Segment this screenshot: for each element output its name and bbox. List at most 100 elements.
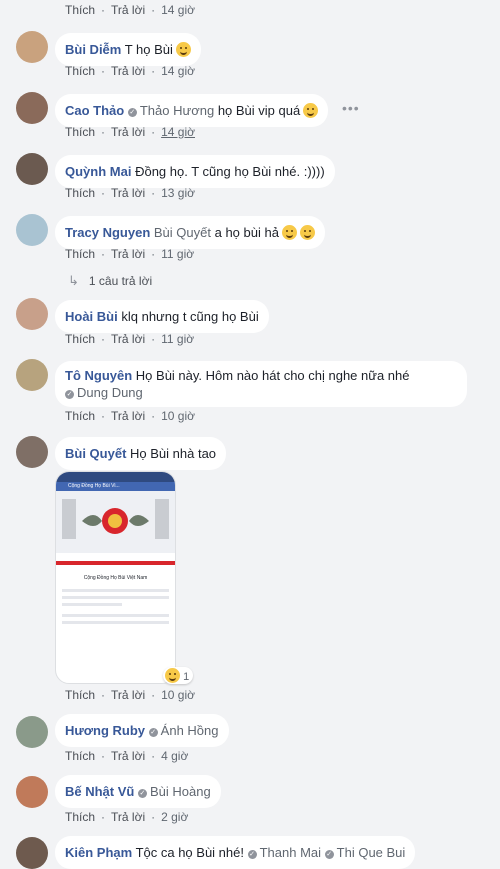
comment-bubble: Bùi Quyết Họ Bùi nhà tao	[55, 437, 227, 470]
like-link[interactable]: Thích	[65, 749, 95, 763]
tagged-user[interactable]: Thảo Hương	[140, 103, 214, 118]
avatar[interactable]	[16, 31, 48, 63]
view-replies-link[interactable]: ↳ 1 câu trả lời	[68, 273, 152, 289]
avatar[interactable]	[16, 716, 48, 748]
comment-bubble: Bùi Diễm T họ Bùi	[55, 33, 201, 66]
avatar[interactable]	[16, 837, 48, 869]
more-options-icon[interactable]: •••	[342, 100, 360, 116]
comment-time[interactable]: 10 giờ	[161, 409, 195, 423]
reply-link[interactable]: Trả lời	[111, 64, 145, 78]
reaction-count[interactable]: 1	[163, 667, 194, 684]
comment-bubble: Cao Thảo ✓ Thảo Hương họ Bùi vip quá	[55, 94, 329, 127]
avatar[interactable]	[16, 359, 48, 391]
comment-text: klq nhưng t cũng họ Bùi	[121, 309, 259, 324]
comment-bubble: Tô Nguyên Họ Bùi này. Hôm nào hát cho ch…	[55, 361, 467, 407]
comment-time[interactable]: 14 giờ	[161, 3, 195, 17]
comment-author[interactable]: Hương Ruby	[65, 723, 145, 738]
tagged-user[interactable]: Thanh Mai	[260, 845, 321, 860]
avatar[interactable]	[16, 776, 48, 808]
avatar[interactable]	[16, 214, 48, 246]
comment-bubble: Hoài Bùi klq nhưng t cũng họ Bùi	[55, 300, 269, 333]
comment-actions: Thích · Trả lời · 10 giờ	[65, 688, 195, 702]
comment-author[interactable]: Tô Nguyên	[65, 368, 132, 383]
tag-check-icon: ✓	[324, 850, 334, 859]
comment-text: họ Bùi vip quá	[217, 103, 301, 118]
comment-time[interactable]: 10 giờ	[161, 688, 195, 702]
comment-text: a họ bùi hả	[214, 225, 279, 240]
rofl-emoji-icon	[281, 225, 297, 240]
comment-actions: Thích · Trả lời · 11 giờ	[65, 332, 195, 346]
cover-emblem-icon	[62, 499, 169, 539]
like-link[interactable]: Thích	[65, 409, 95, 423]
comment-bubble: Quỳnh Mai Đồng họ. T cũng họ Bùi nhé. :)…	[55, 155, 335, 188]
reaction-number: 1	[183, 671, 190, 683]
comment-actions: Thích · Trả lời · 13 giờ	[65, 186, 195, 200]
like-link[interactable]: Thích	[65, 688, 95, 702]
like-link[interactable]: Thích	[65, 3, 95, 17]
image-line	[62, 589, 169, 592]
reply-link[interactable]: Trả lời	[111, 247, 145, 261]
like-link[interactable]: Thích	[65, 247, 95, 261]
reply-link[interactable]: Trả lời	[111, 125, 145, 139]
tag-check-icon: ✓	[137, 789, 147, 798]
comment-author[interactable]: Kiên Phạm	[65, 845, 132, 860]
comment-time[interactable]: 14 giờ	[161, 125, 195, 139]
comment-author[interactable]: Bùi Quyết	[65, 446, 126, 461]
tagged-user[interactable]: Bùi Quyết	[154, 225, 211, 240]
like-link[interactable]: Thích	[65, 64, 95, 78]
replies-count[interactable]: 1 câu trả lời	[89, 274, 152, 288]
reply-link[interactable]: Trả lời	[111, 688, 145, 702]
comment-time[interactable]: 13 giờ	[161, 186, 195, 200]
tagged-user[interactable]: Ánh Hồng	[161, 723, 219, 738]
comment-author[interactable]: Tracy Nguyen	[65, 225, 150, 240]
comment-time[interactable]: 11 giờ	[161, 332, 194, 346]
tagged-user[interactable]: Thi Que Bui	[337, 845, 406, 860]
comment-text: Họ Bùi này. Hôm nào hát cho chị nghe nữa…	[135, 368, 410, 383]
image-line	[62, 621, 169, 624]
image-title: Cộng Đồng Họ Bùi Việt Nam	[83, 575, 148, 581]
comment-time[interactable]: 14 giờ	[161, 64, 195, 78]
avatar[interactable]	[16, 436, 48, 468]
comment-image[interactable]: Cộng Đồng Họ Bùi Vi... Cộng Đồng Họ Bùi …	[55, 471, 176, 684]
comment-author[interactable]: Quỳnh Mai	[65, 164, 131, 179]
comment-text: Họ Bùi nhà tao	[130, 446, 217, 461]
comment-time[interactable]: 11 giờ	[161, 247, 194, 261]
reply-link[interactable]: Trả lời	[111, 332, 145, 346]
comment-time[interactable]: 2 giờ	[161, 810, 188, 824]
comment-author[interactable]: Bùi Diễm	[65, 42, 121, 57]
reply-link[interactable]: Trả lời	[111, 749, 145, 763]
like-link[interactable]: Thích	[65, 125, 95, 139]
laugh-emoji-icon	[299, 225, 315, 240]
comment-author[interactable]: Bế Nhật Vũ	[65, 784, 134, 799]
comment-author[interactable]: Hoài Bùi	[65, 309, 118, 324]
haha-reaction-icon	[165, 668, 180, 683]
tagged-user[interactable]: Bùi Hoàng	[150, 784, 211, 799]
comment-actions: Thích · Trả lời · 4 giờ	[65, 749, 189, 763]
image-search-bar: Cộng Đồng Họ Bùi Vi...	[56, 482, 175, 491]
avatar[interactable]	[16, 92, 48, 124]
image-line	[62, 603, 122, 606]
like-link[interactable]: Thích	[65, 332, 95, 346]
comment-author[interactable]: Cao Thảo	[65, 103, 124, 118]
comment-actions: Thích · Trả lời · 14 giờ	[65, 64, 195, 78]
reply-link[interactable]: Trả lời	[111, 186, 145, 200]
comment-time[interactable]: 4 giờ	[161, 749, 188, 763]
like-link[interactable]: Thích	[65, 186, 95, 200]
tag-check-icon: ✓	[247, 850, 257, 859]
laugh-emoji-icon	[303, 103, 319, 118]
reply-link[interactable]: Trả lời	[111, 3, 145, 17]
comment-actions: Thích · Trả lời · 11 giờ	[65, 247, 195, 261]
tagged-user[interactable]: Dung Dung	[77, 385, 143, 400]
reply-arrow-icon: ↳	[68, 273, 79, 288]
like-link[interactable]: Thích	[65, 810, 95, 824]
comment-actions: Thích · Trả lời · 14 giờ	[65, 3, 195, 17]
reply-link[interactable]: Trả lời	[111, 409, 145, 423]
avatar[interactable]	[16, 153, 48, 185]
avatar[interactable]	[16, 298, 48, 330]
comment-bubble: Tracy Nguyen Bùi Quyết a họ bùi hả	[55, 216, 325, 249]
image-cover	[56, 491, 175, 553]
comment-actions: Thích · Trả lời · 14 giờ	[65, 125, 195, 139]
tag-check-icon: ✓	[148, 728, 158, 737]
reply-link[interactable]: Trả lời	[111, 810, 145, 824]
image-line	[62, 596, 169, 599]
